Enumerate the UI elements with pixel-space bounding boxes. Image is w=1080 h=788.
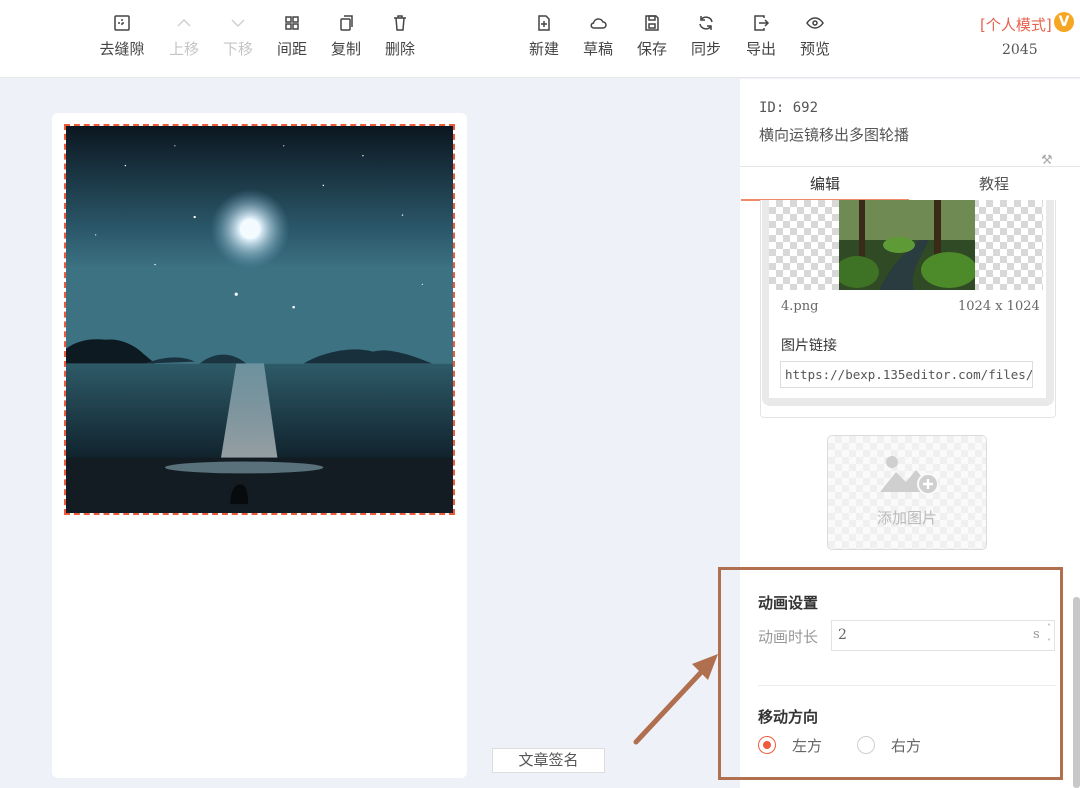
copy-icon xyxy=(318,14,374,36)
image-link-label: 图片链接 xyxy=(781,338,837,354)
selected-image[interactable] xyxy=(64,124,455,515)
new-button[interactable]: 新建 xyxy=(516,14,572,59)
tabs-divider xyxy=(740,166,1080,167)
delete-button[interactable]: 删除 xyxy=(372,14,428,59)
export-button[interactable]: 导出 xyxy=(733,14,789,59)
draft-label: 草稿 xyxy=(582,40,613,58)
export-icon xyxy=(733,14,789,36)
copy-label: 复制 xyxy=(330,40,361,58)
eye-icon xyxy=(787,14,843,36)
new-label: 新建 xyxy=(528,40,559,58)
chevron-up-icon xyxy=(156,14,212,36)
spacing-button[interactable]: 间距 xyxy=(264,14,320,59)
grid-icon xyxy=(94,14,150,36)
personal-mode-link[interactable]: [个人模式] xyxy=(980,14,1052,35)
sync-label: 同步 xyxy=(690,40,721,58)
panel-scrollbar[interactable] xyxy=(1073,597,1080,788)
export-label: 导出 xyxy=(745,40,776,58)
preview-button[interactable]: 预览 xyxy=(787,14,843,59)
moonlit-sea-picture xyxy=(66,126,453,513)
sync-icon xyxy=(678,14,734,36)
cloud-icon xyxy=(570,14,626,36)
add-image-button[interactable]: 添加图片 xyxy=(827,435,987,550)
remove-gap-label: 去缝隙 xyxy=(99,40,145,58)
save-icon xyxy=(624,14,680,36)
tab-tutorial[interactable]: 教程 xyxy=(979,173,1009,194)
preview-label: 预览 xyxy=(799,40,830,58)
copy-button[interactable]: 复制 xyxy=(318,14,374,59)
image-dimensions: 1024 x 1024 xyxy=(958,299,1040,314)
save-button[interactable]: 保存 xyxy=(624,14,680,59)
credit-count: 2045 xyxy=(1002,42,1038,58)
tab-edit[interactable]: 编辑 xyxy=(810,173,840,194)
remove-gap-button[interactable]: 去缝隙 xyxy=(94,14,150,59)
move-down-button[interactable]: 下移 xyxy=(210,14,266,59)
spacing-label: 间距 xyxy=(276,40,307,58)
template-id: ID: 692 xyxy=(759,100,819,116)
save-label: 保存 xyxy=(636,40,667,58)
forest-stream-picture xyxy=(839,200,975,290)
move-down-label: 下移 xyxy=(222,40,253,58)
annotation-highlight-box xyxy=(718,567,1063,780)
delete-label: 删除 xyxy=(384,40,415,58)
image-link-input[interactable]: https://bexp.135editor.com/files/users/ xyxy=(780,361,1033,388)
top-toolbar: 去缝隙 上移 下移 间距 复制 删除 新建 草稿 保存 同步 导出 预览 [个人… xyxy=(0,0,1080,78)
add-image-label: 添加图片 xyxy=(876,509,937,527)
article-signature-button[interactable]: 文章签名 xyxy=(492,748,605,773)
image-filename: 4.png xyxy=(781,299,819,314)
image-thumbnail[interactable] xyxy=(839,200,975,290)
vip-badge: V xyxy=(1054,12,1074,32)
new-file-icon xyxy=(516,14,572,36)
spacing-icon xyxy=(264,14,320,36)
add-image-icon xyxy=(880,456,938,495)
sync-button[interactable]: 同步 xyxy=(678,14,734,59)
chevron-down-icon xyxy=(210,14,266,36)
trash-icon xyxy=(372,14,428,36)
move-up-button[interactable]: 上移 xyxy=(156,14,212,59)
template-name: 横向运镜移出多图轮播 xyxy=(759,126,910,144)
draft-button[interactable]: 草稿 xyxy=(570,14,626,59)
move-up-label: 上移 xyxy=(168,40,199,58)
